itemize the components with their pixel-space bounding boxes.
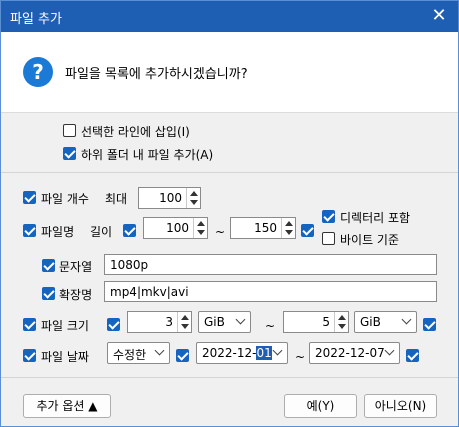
file-size-min-unit-select[interactable]: GiB — [198, 311, 251, 333]
spin-up-icon[interactable] — [190, 191, 198, 196]
file-date-end-value: 2022-12-07 — [315, 346, 385, 360]
spin-down-icon[interactable] — [285, 230, 293, 235]
file-date-end-checkbox[interactable] — [406, 349, 419, 362]
byte-based-checkbox[interactable] — [322, 232, 335, 245]
tilde: ~ — [215, 225, 226, 239]
spin-down-icon[interactable] — [190, 200, 198, 205]
window-title: 파일 추가 — [10, 12, 62, 27]
filename-length-label: 길이 — [90, 225, 113, 239]
chevron-down-icon — [384, 345, 395, 356]
filename-min-spinner[interactable]: 100 — [143, 217, 208, 239]
file-size-max-checkbox[interactable] — [423, 318, 436, 331]
file-count-max-label: 최대 — [105, 192, 128, 206]
title-bar: 파일 추가 ✕ — [1, 1, 458, 32]
spin-down-icon[interactable] — [197, 230, 205, 235]
spin-up-icon[interactable] — [285, 221, 293, 226]
include-dir-checkbox[interactable] — [322, 210, 335, 223]
more-options-button[interactable]: 추가 옵션 ▲ — [23, 394, 111, 418]
file-date-start-selected-day: 01 — [256, 346, 272, 360]
extension-checkbox[interactable] — [42, 287, 55, 300]
spin-up-icon[interactable] — [338, 315, 346, 320]
yes-button[interactable]: 예(Y) — [284, 394, 357, 418]
file-count-checkbox[interactable] — [23, 191, 36, 204]
filename-max-checkbox[interactable] — [301, 224, 314, 237]
file-count-max-spinner[interactable]: 100 — [138, 187, 201, 209]
file-size-checkbox[interactable] — [23, 318, 36, 331]
file-size-min-spinner[interactable]: 3 — [127, 311, 192, 333]
chevron-down-icon — [401, 314, 412, 325]
tilde: ~ — [265, 319, 276, 333]
file-date-start-prefix: 2022-12- — [202, 346, 257, 360]
spin-up-icon[interactable] — [181, 315, 189, 320]
file-size-label: 파일 크기 — [41, 319, 89, 333]
prompt-text: 파일을 목록에 추가하시겠습니까? — [65, 67, 248, 82]
string-input[interactable]: 1080p — [104, 254, 437, 275]
extension-input[interactable]: mp4|mkv|avi — [104, 281, 437, 302]
file-date-type-select[interactable]: 수정한 — [107, 342, 170, 364]
file-size-min-unit-value: GiB — [204, 315, 225, 329]
filename-min-checkbox[interactable] — [123, 224, 136, 237]
insert-at-selected-checkbox[interactable] — [63, 124, 76, 137]
spin-down-icon[interactable] — [181, 324, 189, 329]
file-size-min-value: 3 — [165, 315, 173, 329]
filename-max-spinner[interactable]: 150 — [230, 217, 296, 239]
file-count-label: 파일 개수 — [41, 192, 89, 206]
string-checkbox[interactable] — [42, 259, 55, 272]
close-icon[interactable]: ✕ — [428, 6, 450, 28]
file-date-label: 파일 날짜 — [41, 350, 89, 364]
string-label: 문자열 — [59, 260, 93, 274]
spin-up-icon[interactable] — [197, 221, 205, 226]
filename-max-value: 150 — [254, 221, 277, 235]
file-size-max-unit-select[interactable]: GiB — [354, 311, 417, 333]
file-count-max-value: 100 — [159, 191, 182, 205]
question-icon: ? — [23, 57, 53, 87]
no-button[interactable]: 아니오(N) — [364, 394, 437, 418]
insert-at-selected-label: 선택한 라인에 삽입(I) — [81, 125, 190, 139]
add-subfolders-label: 하위 폴더 내 파일 추가(A) — [81, 148, 214, 162]
filename-label: 파일명 — [41, 225, 75, 239]
file-size-max-spinner[interactable]: 5 — [283, 311, 349, 333]
file-date-start-checkbox[interactable] — [176, 349, 189, 362]
filename-min-value: 100 — [166, 221, 189, 235]
extension-label: 확장명 — [59, 288, 93, 302]
byte-based-label: 바이트 기준 — [340, 233, 400, 247]
extension-value: mp4|mkv|avi — [110, 285, 189, 299]
file-date-start-value: 2022-12-01 — [202, 346, 272, 360]
add-files-dialog: 파일 추가 ✕ ? 파일을 목록에 추가하시겠습니까? 선택한 라인에 삽입(I… — [0, 0, 459, 427]
chevron-down-icon — [272, 345, 283, 356]
file-date-checkbox[interactable] — [23, 349, 36, 362]
file-date-type-value: 수정한 — [113, 348, 147, 362]
filename-checkbox[interactable] — [23, 224, 36, 237]
file-date-end-picker[interactable]: 2022-12-07 — [309, 342, 400, 364]
string-value: 1080p — [110, 258, 149, 272]
chevron-down-icon — [154, 345, 165, 356]
file-size-max-unit-value: GiB — [360, 315, 381, 329]
include-dir-label: 디렉터리 포함 — [340, 211, 411, 225]
file-size-min-checkbox[interactable] — [107, 318, 120, 331]
file-size-max-value: 5 — [322, 315, 330, 329]
file-date-start-picker[interactable]: 2022-12-01 — [196, 342, 288, 364]
options-panel: 선택한 라인에 삽입(I) 하위 폴더 내 파일 추가(A) 파일 개수 최대 … — [1, 112, 458, 426]
add-subfolders-checkbox[interactable] — [63, 147, 76, 160]
divider — [1, 377, 458, 378]
prompt-area: ? 파일을 목록에 추가하시겠습니까? — [1, 32, 458, 112]
divider — [1, 172, 458, 173]
chevron-down-icon — [235, 314, 246, 325]
spin-down-icon[interactable] — [338, 324, 346, 329]
tilde: ~ — [295, 350, 306, 364]
